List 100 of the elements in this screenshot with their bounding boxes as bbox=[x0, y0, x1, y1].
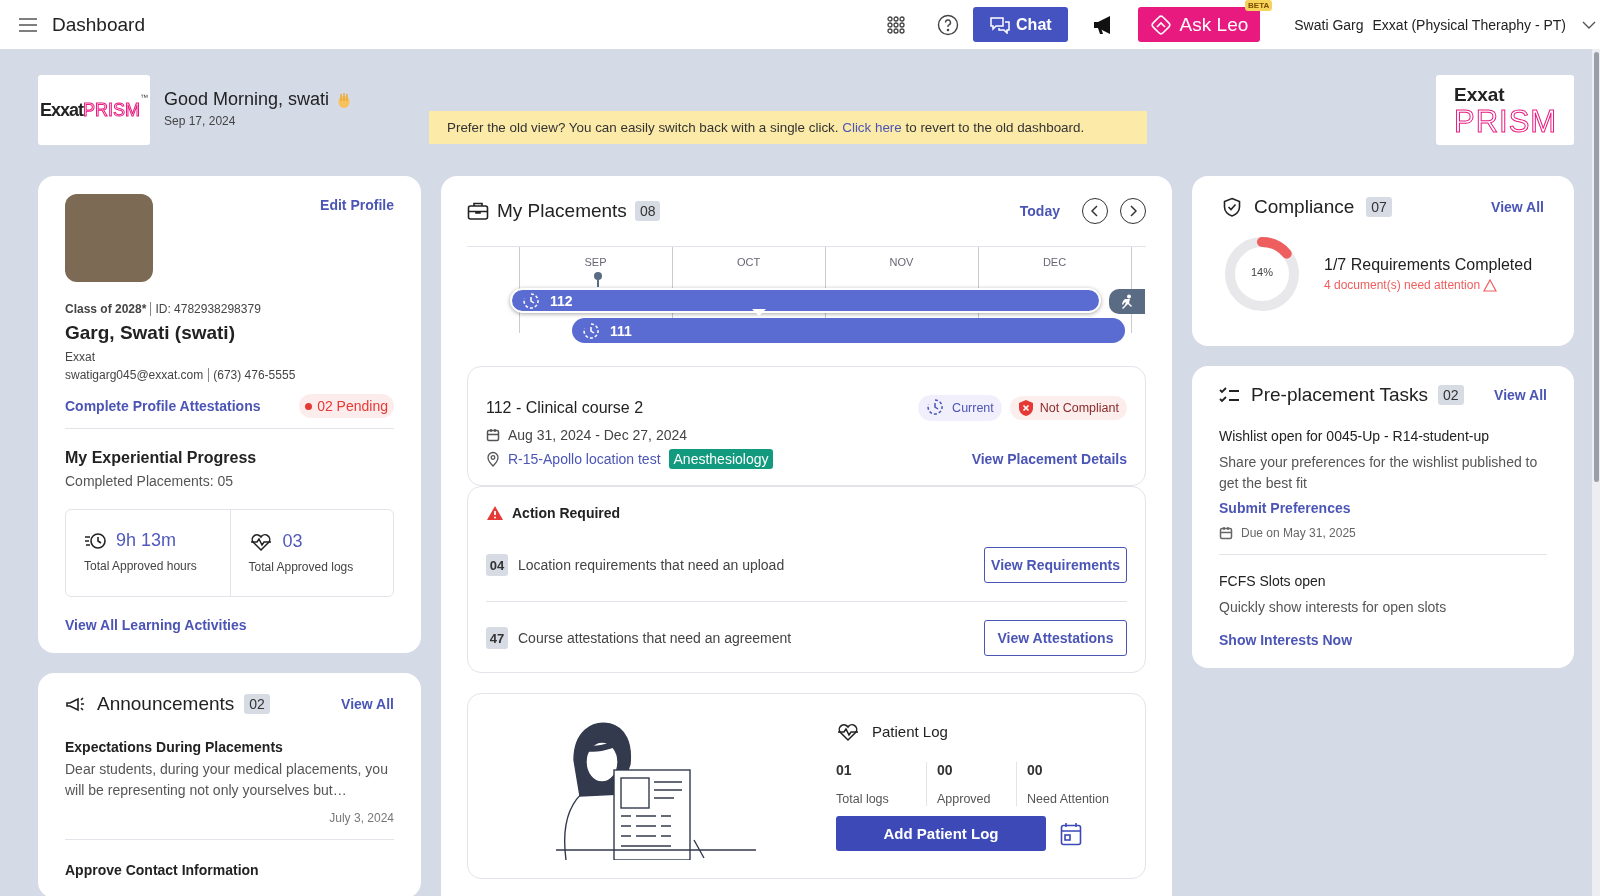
location-pin-icon bbox=[486, 451, 500, 467]
help-icon[interactable] bbox=[937, 13, 960, 36]
email: swatigarg045@exxat.com bbox=[65, 368, 204, 382]
current-date: Sep 17, 2024 bbox=[164, 114, 237, 128]
running-person-icon bbox=[1119, 293, 1135, 310]
count-badge: 02 bbox=[1438, 385, 1464, 405]
task-description: Share your preferences for the wishlist published to get the best fit bbox=[1219, 453, 1539, 493]
exxat-prism-logo: ExxatPRISM ™ bbox=[38, 75, 150, 145]
clock-icon bbox=[582, 321, 600, 340]
patient-log-title: Patient Log bbox=[872, 722, 948, 740]
chat-button[interactable]: Chat bbox=[973, 7, 1068, 42]
card-title: Compliance bbox=[1254, 196, 1355, 218]
announcement-date: July 3, 2024 bbox=[329, 811, 394, 825]
placement-details-link[interactable]: View Placement Details bbox=[971, 451, 1127, 467]
stat-value: 9h 13m bbox=[116, 530, 177, 551]
requirements-summary: 1/7 Requirements Completed bbox=[1324, 256, 1533, 274]
calendar-icon bbox=[1219, 526, 1233, 540]
stat-label: Total Approved hours bbox=[84, 559, 198, 573]
organization: Exxat bbox=[65, 350, 96, 364]
scrollbar-thumb[interactable] bbox=[1594, 52, 1599, 482]
diamond-icon bbox=[1149, 13, 1172, 36]
today-link[interactable]: Today bbox=[1019, 203, 1060, 219]
clock-icon bbox=[522, 291, 540, 310]
due-date: Due on May 31, 2025 bbox=[1241, 526, 1356, 540]
chevron-left-icon bbox=[1091, 205, 1099, 217]
ask-leo-button[interactable]: Ask Leo bbox=[1137, 7, 1261, 42]
card-title: My Placements bbox=[497, 200, 627, 222]
task-link[interactable]: Show Interests Now bbox=[1219, 632, 1547, 648]
warning-icon bbox=[486, 505, 504, 521]
beta-badge: BETA bbox=[1245, 0, 1273, 11]
calendar-icon bbox=[486, 428, 500, 442]
action-text: Location requirements that need an upload bbox=[518, 557, 785, 573]
count-badge: 47 bbox=[486, 627, 508, 649]
card-title: Announcements bbox=[97, 693, 235, 715]
program-name[interactable]: Exxat (Physical Theraphy - PT) bbox=[1372, 16, 1566, 33]
old-view-banner: Prefer the old view? You can easily switch back with a single click. Click here to revert to the old dashboard. bbox=[429, 111, 1147, 144]
announcement-title[interactable]: Approve Contact Information bbox=[65, 862, 394, 878]
view-all-link[interactable]: View All bbox=[1491, 199, 1544, 215]
class-year: Class of 2028* bbox=[65, 302, 147, 316]
month-label: DEC bbox=[1041, 256, 1068, 268]
completed-placements: Completed Placements: 05 bbox=[65, 473, 235, 489]
greeting: Good Morning, swati bbox=[164, 89, 330, 110]
add-patient-log-button[interactable]: Add Patient Log bbox=[836, 816, 1046, 851]
specialty-tag: Anesthesiology bbox=[668, 449, 774, 469]
stat-value: 03 bbox=[282, 530, 303, 552]
count-badge: 02 bbox=[244, 694, 270, 714]
placement-title: 112 - Clinical course 2 bbox=[486, 399, 644, 417]
placement-dates: Aug 31, 2024 - Dec 27, 2024 bbox=[508, 427, 688, 443]
chevron-right-icon bbox=[1129, 205, 1137, 217]
view-all-link[interactable]: View All bbox=[1494, 387, 1547, 403]
exxat-prism-logo: Exxat PRISM bbox=[1436, 75, 1574, 145]
card-title: Pre-placement Tasks bbox=[1251, 384, 1429, 406]
learning-activities-link[interactable]: View All Learning Activities bbox=[65, 617, 394, 633]
count-badge: 08 bbox=[634, 201, 661, 221]
location-link[interactable]: R-15-Apollo location test bbox=[508, 451, 661, 467]
stat-label: Total Approved logs bbox=[248, 560, 355, 574]
phone: (673) 476-5555 bbox=[208, 368, 296, 382]
chat-bubbles-icon bbox=[989, 15, 1012, 34]
student-id: ID: 4782938298379 bbox=[150, 302, 261, 316]
task-title: Wishlist open for 0045-Up - R14-student-up bbox=[1219, 428, 1491, 444]
count-badge: 04 bbox=[486, 554, 508, 576]
chevron-down-icon[interactable] bbox=[1582, 20, 1596, 29]
user-name: Swati Garg bbox=[1294, 16, 1364, 33]
menu-icon[interactable] bbox=[18, 16, 38, 33]
view-all-link[interactable]: View All bbox=[341, 696, 394, 712]
announcement-title[interactable]: Expectations During Placements bbox=[65, 739, 394, 755]
month-label: NOV bbox=[888, 256, 915, 268]
month-label: SEP bbox=[583, 256, 608, 268]
placement-bar[interactable]: 112 bbox=[510, 288, 1101, 313]
placement-bar[interactable]: 111 bbox=[572, 318, 1125, 343]
action-text: Course attestations that need an agreement bbox=[518, 630, 792, 646]
history-clock-icon bbox=[84, 530, 106, 551]
section-title: My Experiential Progress bbox=[65, 449, 258, 467]
edit-profile-link[interactable]: Edit Profile bbox=[320, 197, 394, 213]
log-count: 00 bbox=[1027, 762, 1044, 778]
click-here-link[interactable]: Click here bbox=[842, 120, 902, 135]
megaphone-icon bbox=[65, 695, 87, 713]
briefcase-icon bbox=[467, 201, 489, 221]
running-person-button[interactable] bbox=[1109, 289, 1145, 314]
log-count: 01 bbox=[836, 762, 853, 778]
log-label: Total logs bbox=[836, 792, 890, 806]
attention-warning: 4 document(s) need attention bbox=[1324, 278, 1481, 292]
task-title: FCFS Slots open bbox=[1219, 573, 1327, 589]
task-description: Quickly show interests for open slots bbox=[1219, 598, 1448, 617]
count-badge: 07 bbox=[1366, 197, 1392, 217]
calendar-icon[interactable] bbox=[1060, 821, 1082, 846]
today-marker-icon bbox=[593, 271, 603, 287]
shield-check-icon bbox=[1222, 196, 1242, 218]
next-button[interactable] bbox=[1120, 198, 1146, 224]
action-button[interactable]: View Requirements bbox=[984, 547, 1127, 583]
page-title: Dashboard bbox=[52, 13, 145, 36]
task-link[interactable]: Submit Preferences bbox=[1219, 500, 1547, 516]
action-button[interactable]: View Attestations bbox=[984, 620, 1127, 656]
log-label: Approved bbox=[937, 792, 992, 806]
status-badge: Not Compliant bbox=[1009, 396, 1127, 420]
previous-button[interactable] bbox=[1082, 198, 1108, 224]
profile-attestations-link[interactable]: Complete Profile Attestations bbox=[65, 398, 261, 414]
warning-icon bbox=[1483, 278, 1498, 292]
apps-grid-icon[interactable] bbox=[887, 15, 906, 34]
announcement-text: Dear students, during your medical placements, you will be representing not only yourselves but… bbox=[65, 760, 389, 800]
